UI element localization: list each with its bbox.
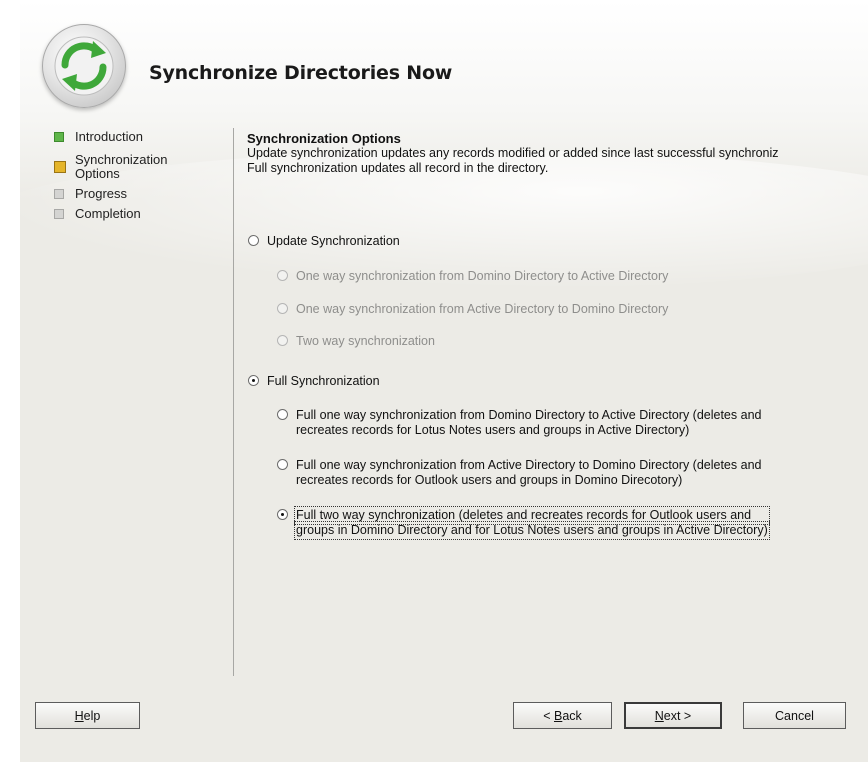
radio-label: Update Synchronization: [267, 234, 400, 248]
button-label: elp: [83, 708, 101, 723]
radio-label-line1: Full one way synchronization from Domino…: [296, 408, 762, 422]
radio-button[interactable]: [277, 509, 288, 520]
wizard-steps-nav: Introduction Synchronization Options Pro…: [54, 130, 234, 221]
divider: [233, 128, 234, 676]
step-synchronization-options: Synchronization Options: [54, 153, 234, 181]
next-button[interactable]: Next >: [624, 702, 722, 729]
button-label: ack: [562, 708, 582, 723]
step-label: Introduction: [75, 129, 143, 144]
full-sync-radio[interactable]: Full Synchronization: [248, 374, 380, 389]
radio-label: One way synchronization from Active Dire…: [296, 302, 669, 316]
radio-label: Two way synchronization: [296, 334, 435, 348]
update-two-way-radio[interactable]: Two way synchronization: [277, 334, 435, 349]
radio-label-line2: recreates records for Outlook users and …: [296, 473, 683, 487]
description-line: Full synchronization updates all record …: [247, 161, 549, 175]
radio-button[interactable]: [248, 235, 259, 246]
step-pending-icon: [54, 209, 64, 219]
radio-button[interactable]: [277, 409, 288, 420]
update-ad-to-domino-radio[interactable]: One way synchronization from Active Dire…: [277, 302, 668, 317]
radio-label-line1: Full two way synchronization (deletes an…: [294, 506, 770, 525]
step-introduction: Introduction: [54, 130, 234, 144]
sync-arrows-icon: [42, 24, 126, 108]
button-label-prefix: <: [543, 708, 554, 723]
accelerator-key: B: [553, 708, 563, 723]
accelerator-key: H: [74, 708, 84, 723]
step-label-line2: Options: [75, 166, 120, 181]
radio-button[interactable]: [277, 303, 288, 314]
step-completion: Completion: [54, 207, 234, 221]
step-progress: Progress: [54, 187, 234, 201]
options-panel: Synchronization Options Update synchroni…: [247, 131, 868, 176]
help-button[interactable]: Help: [35, 702, 140, 729]
radio-label: Full Synchronization: [267, 374, 380, 388]
radio-button[interactable]: [277, 270, 288, 281]
radio-button[interactable]: [277, 459, 288, 470]
radio-label: One way synchronization from Domino Dire…: [296, 269, 669, 283]
radio-label-line1: Full one way synchronization from Active…: [296, 458, 762, 472]
radio-button[interactable]: [248, 375, 259, 386]
sync-wizard-dialog: Synchronize Directories Now Introduction…: [20, 0, 868, 762]
radio-label-line2: recreates records for Lotus Notes users …: [296, 423, 690, 437]
step-label: Completion: [75, 206, 141, 221]
cancel-button[interactable]: Cancel: [743, 702, 846, 729]
full-two-way-radio[interactable]: Full two way synchronization (deletes an…: [277, 506, 770, 540]
section-title: Synchronization Options: [247, 131, 401, 146]
button-label: ext >: [663, 708, 692, 723]
step-label: Progress: [75, 186, 128, 201]
accelerator-key: N: [654, 708, 664, 723]
full-ad-to-domino-radio[interactable]: Full one way synchronization from Active…: [277, 458, 761, 488]
step-complete-icon: [54, 132, 64, 142]
update-sync-radio[interactable]: Update Synchronization: [248, 234, 400, 249]
step-current-icon: [54, 161, 66, 173]
step-label-line1: Synchronization: [75, 152, 168, 167]
wizard-title: Synchronize Directories Now: [149, 62, 453, 84]
update-domino-to-ad-radio[interactable]: One way synchronization from Domino Dire…: [277, 269, 668, 284]
radio-button[interactable]: [277, 335, 288, 346]
radio-label-line2: groups in Domino Directory and for Lotus…: [294, 521, 770, 540]
description-line: Update synchronization updates any recor…: [247, 146, 779, 160]
step-pending-icon: [54, 189, 64, 199]
full-domino-to-ad-radio[interactable]: Full one way synchronization from Domino…: [277, 408, 761, 438]
back-button[interactable]: < Back: [513, 702, 612, 729]
